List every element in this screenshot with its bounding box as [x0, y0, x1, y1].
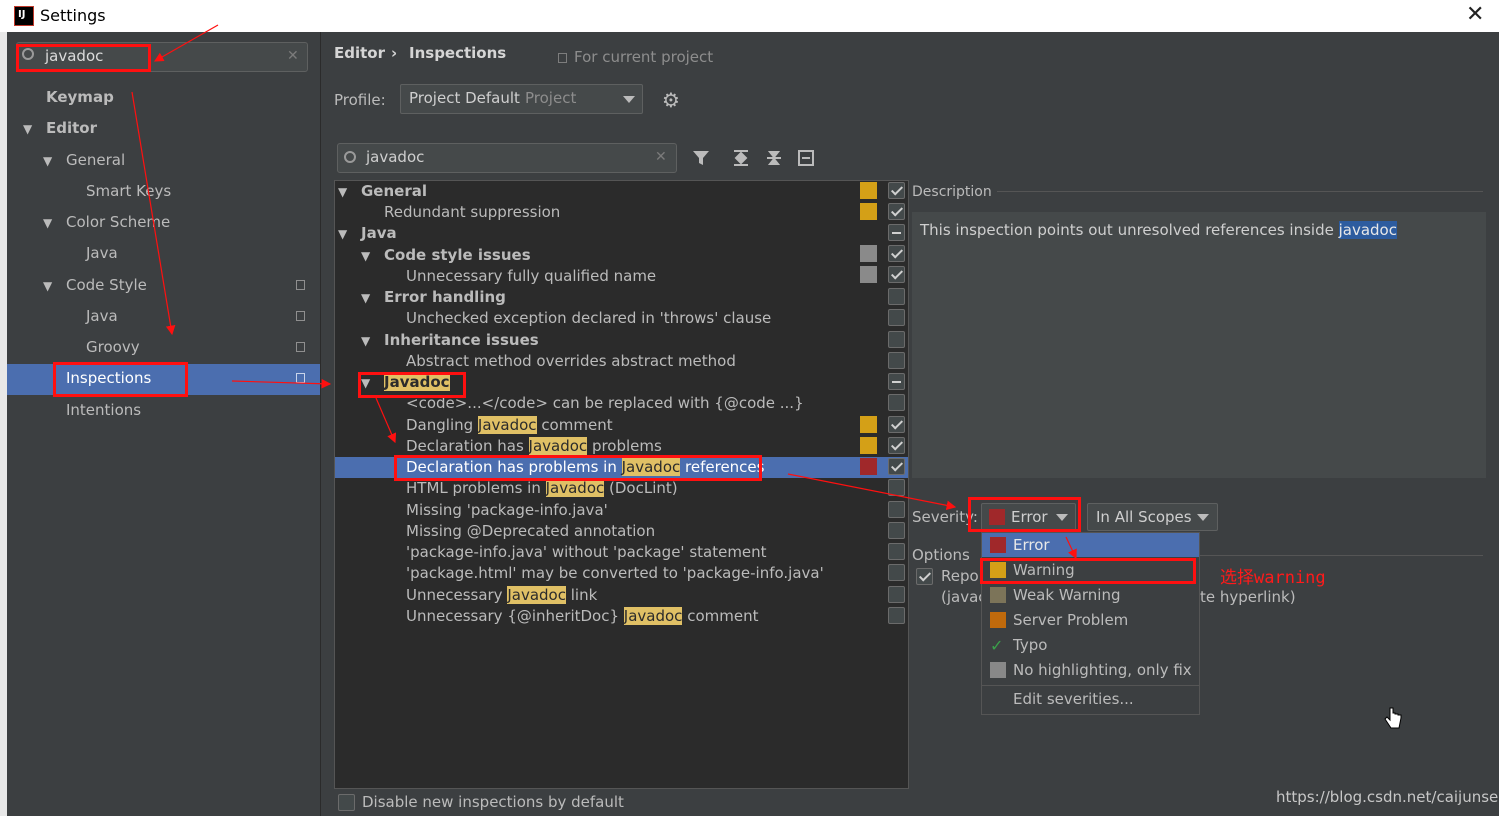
- annotation-arrows: [131, 24, 1077, 560]
